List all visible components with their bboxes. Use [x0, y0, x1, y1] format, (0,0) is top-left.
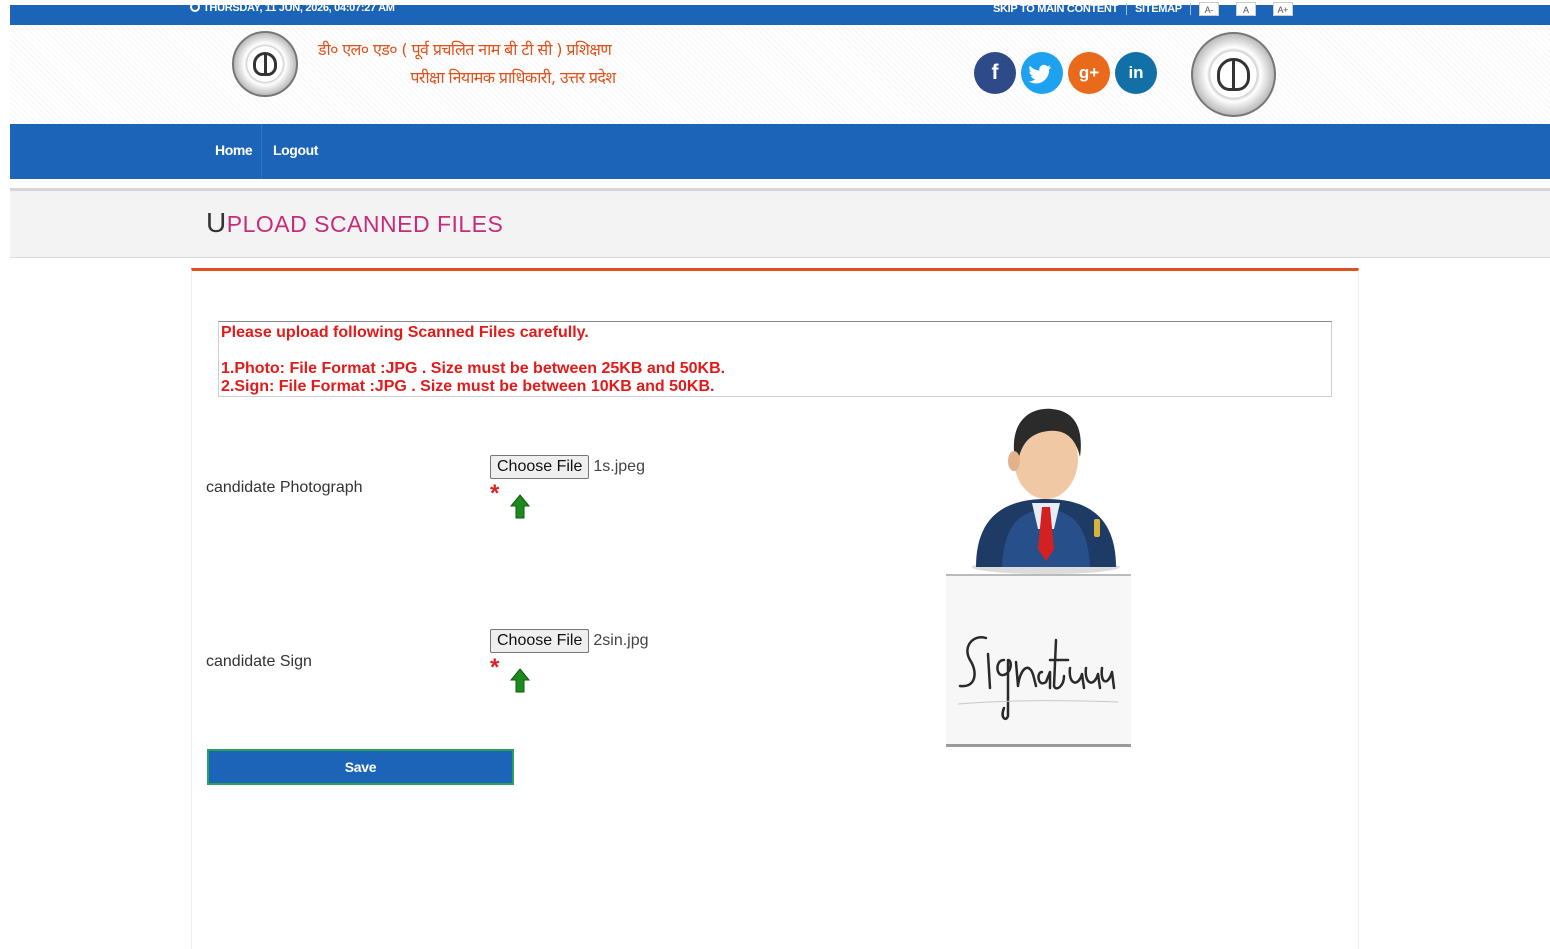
date-time-text: THURSDAY, 11 JUN, 2026, 04:07:27 AM [203, 2, 395, 14]
font-normal-button[interactable]: A [1235, 2, 1256, 16]
photo-file-input[interactable]: Choose File 1s.jpeg [490, 455, 645, 479]
signature-image [957, 635, 1119, 720]
up-government-seal-icon [1191, 32, 1276, 117]
upload-form-panel: Please upload following Scanned Files ca… [191, 268, 1359, 949]
nav-logout-link[interactable]: Logout [273, 142, 318, 158]
site-header: डी० एल० एड० ( पूर्व प्रचलित नाम बी टी सी… [10, 25, 1550, 124]
candidate-photo-preview [972, 408, 1120, 574]
clock-icon [190, 2, 200, 12]
instructions-heading: Please upload following Scanned Files ca… [221, 324, 589, 341]
organization-title-line1: डी० एल० एड० ( पूर्व प्रचलित नाम बी टी सी… [318, 40, 612, 59]
main-navigation: Home Logout [10, 124, 1550, 179]
sign-required-marker: * [490, 654, 500, 681]
linkedin-icon[interactable]: in [1115, 52, 1157, 94]
sitemap-link[interactable]: SITEMAP [1135, 3, 1182, 15]
sign-file-name: 2sin.jpg [593, 632, 649, 649]
organization-title-line2: परीक्षा नियामक प्राधिकारी, उत्तर प्रदेश [410, 68, 616, 87]
date-time-display: THURSDAY, 11 JUN, 2026, 04:07:27 AM [190, 2, 395, 14]
divider [1189, 3, 1191, 15]
facebook-icon[interactable]: f [974, 52, 1016, 94]
up-government-emblem-icon [232, 31, 298, 97]
skip-to-main-content-link[interactable]: SKIP TO MAIN CONTENT [993, 3, 1118, 15]
page-title-band: UPLOAD SCANNED FILES [10, 188, 1550, 258]
twitter-bird-icon [1029, 64, 1051, 84]
page: THURSDAY, 11 JUN, 2026, 04:07:27 AM SKIP… [0, 0, 1550, 949]
photo-upload-arrow-icon[interactable] [510, 494, 530, 520]
google-plus-icon[interactable]: g+ [1068, 52, 1110, 94]
page-title: UPLOAD SCANNED FILES [206, 207, 503, 239]
twitter-icon[interactable] [1021, 52, 1063, 94]
upload-instructions: Please upload following Scanned Files ca… [218, 321, 1332, 397]
page-title-initial: U [206, 207, 227, 238]
divider [1126, 3, 1127, 15]
instructions-photo-rule: 1.Photo: File Format :JPG . Size must be… [221, 360, 726, 377]
sign-choose-file-button[interactable]: Choose File [490, 629, 590, 653]
candidate-sign-preview [946, 574, 1131, 747]
candidate-sign-label: candidate Sign [206, 653, 312, 670]
nav-home-link[interactable]: Home [215, 142, 253, 158]
photo-required-marker: * [490, 480, 500, 507]
photo-file-name: 1s.jpeg [593, 458, 645, 475]
sign-upload-arrow-icon[interactable] [510, 668, 530, 694]
organization-title: डी० एल० एड० ( पूर्व प्रचलित नाम बी टी सी… [318, 36, 708, 92]
save-button[interactable]: Save [207, 749, 514, 785]
page-title-rest: PLOAD SCANNED FILES [226, 211, 504, 237]
utility-links: SKIP TO MAIN CONTENT SITEMAP A- A A+ [993, 2, 1310, 16]
photo-choose-file-button[interactable]: Choose File [490, 455, 590, 479]
top-utility-bar: THURSDAY, 11 JUN, 2026, 04:07:27 AM SKIP… [10, 2, 1550, 25]
nav-divider [261, 124, 262, 179]
font-smaller-button[interactable]: A- [1198, 2, 1219, 16]
instructions-sign-rule: 2.Sign: File Format :JPG . Size must be … [221, 378, 715, 395]
candidate-photograph-label: candidate Photograph [206, 479, 363, 496]
font-larger-button[interactable]: A+ [1272, 2, 1293, 16]
sign-file-input[interactable]: Choose File 2sin.jpg [490, 629, 649, 653]
